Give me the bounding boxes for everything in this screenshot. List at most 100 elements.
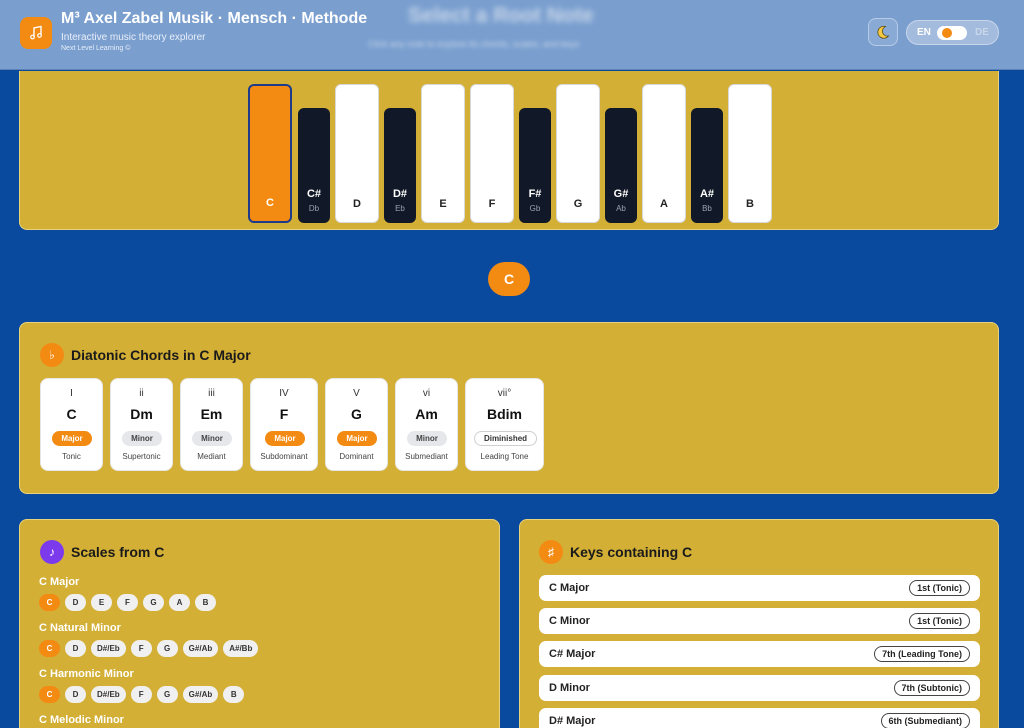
chord-name: Dm	[130, 406, 153, 422]
scale-name: C Natural Minor	[39, 622, 121, 634]
diatonic-chords-panel: ♭ Diatonic Chords in C Major I C Major T…	[19, 322, 999, 494]
piano-key-d-sharp[interactable]: D# Eb	[384, 108, 416, 223]
piano-key-d[interactable]: D	[335, 84, 379, 223]
piano-key-a-sharp[interactable]: A# Bb	[691, 108, 723, 223]
chord-name: Em	[200, 406, 223, 422]
chord-roman: I	[70, 388, 73, 399]
chord-function: Dominant	[339, 452, 374, 461]
flat-icon: ♭	[40, 343, 64, 367]
diatonic-title: Diatonic Chords in C Major	[71, 347, 251, 363]
chord-roman: vi	[422, 388, 431, 399]
piano-key-a[interactable]: A	[642, 84, 686, 223]
app-title: M³ Axel Zabel Musik · Mensch · Methode	[61, 10, 368, 27]
key-row[interactable]: C Minor 1st (Tonic)	[539, 608, 980, 634]
piano-key-g-sharp[interactable]: G# Ab	[605, 108, 637, 223]
chord-function: Leading Tone	[480, 452, 529, 461]
note-pill[interactable]: F	[130, 640, 152, 657]
note-pill[interactable]: D	[65, 640, 86, 657]
key-label: F#	[528, 188, 542, 200]
chord-card-v[interactable]: V G Major Dominant	[325, 378, 388, 471]
scales-panel: ♪ Scales from C C Major C D E F G A B C …	[19, 519, 500, 728]
piano-key-f-sharp[interactable]: F# Gb	[519, 108, 551, 223]
note-pill[interactable]: G	[143, 594, 164, 611]
key-row-name: C# Major	[549, 648, 596, 660]
key-alt-label: Eb	[395, 204, 405, 213]
note-pill[interactable]: D#/Eb	[91, 640, 126, 657]
key-label: E	[439, 198, 447, 210]
piano-key-c[interactable]: C	[248, 84, 292, 223]
chord-card-ii[interactable]: ii Dm Minor Supertonic	[110, 378, 173, 471]
note-pill[interactable]: G#/Ab	[182, 686, 219, 703]
music-note-icon	[30, 25, 42, 40]
theme-toggle-button[interactable]	[868, 18, 898, 46]
key-label: A#	[699, 188, 715, 200]
note-pill[interactable]: G	[156, 640, 178, 657]
key-label: B	[746, 198, 754, 210]
note-pill[interactable]: G#/Ab	[182, 640, 219, 657]
key-row[interactable]: C# Major 7th (Leading Tone)	[539, 641, 980, 667]
chord-function: Submediant	[405, 452, 448, 461]
app-logo[interactable]	[20, 17, 52, 49]
lang-de-label[interactable]: DE	[975, 27, 989, 38]
note-pill[interactable]: F	[130, 686, 152, 703]
note-pill[interactable]: C	[39, 640, 60, 657]
chord-name: C	[66, 406, 77, 422]
key-alt-label: Ab	[616, 204, 626, 213]
piano-key-b[interactable]: B	[728, 84, 772, 223]
sharp-icon: ♯	[539, 540, 563, 564]
note-pill[interactable]: D#/Eb	[91, 686, 126, 703]
chord-quality-badge: Minor	[192, 431, 232, 446]
chord-quality-badge: Diminished	[474, 431, 537, 446]
key-row-role-badge: 1st (Tonic)	[909, 580, 970, 596]
note-pill[interactable]: E	[91, 594, 112, 611]
chord-function: Supertonic	[122, 452, 161, 461]
chord-name: G	[351, 406, 362, 422]
piano-key-e[interactable]: E	[421, 84, 465, 223]
key-label: D#	[392, 188, 408, 200]
lang-en-label[interactable]: EN	[917, 27, 931, 38]
note-pill[interactable]: D	[65, 594, 86, 611]
note-pill[interactable]: B	[223, 686, 245, 703]
scale-notes-row: C D D#/Eb F G G#/Ab B	[39, 686, 245, 703]
key-row-role-badge: 7th (Leading Tone)	[874, 646, 970, 662]
note-pill[interactable]: F	[117, 594, 138, 611]
piano-panel: C C# Db D D# Eb E F F# Gb G G# Ab A A# B…	[19, 71, 999, 230]
key-label: G	[573, 198, 583, 210]
key-row-role-badge: 7th (Subtonic)	[893, 680, 970, 696]
note-pill[interactable]: D	[65, 686, 86, 703]
scales-title: Scales from C	[71, 544, 165, 560]
app-header: M³ Axel Zabel Musik · Mensch · Methode I…	[0, 0, 1024, 70]
note-pill[interactable]: B	[195, 594, 216, 611]
keys-panel: ♯ Keys containing C C Major 1st (Tonic) …	[519, 519, 999, 728]
key-row[interactable]: D# Major 6th (Submediant)	[539, 708, 980, 728]
note-pill[interactable]: A#/Bb	[223, 640, 259, 657]
chord-roman: V	[353, 388, 360, 399]
key-row-name: D# Major	[549, 715, 596, 727]
chord-roman: ii	[139, 388, 144, 399]
chord-function: Subdominant	[260, 452, 308, 461]
chord-card-i[interactable]: I C Major Tonic	[40, 378, 103, 471]
chord-roman: iii	[208, 388, 215, 399]
piano-key-g[interactable]: G	[556, 84, 600, 223]
chord-roman: vii°	[497, 388, 512, 399]
note-pill[interactable]: C	[39, 594, 60, 611]
key-row[interactable]: C Major 1st (Tonic)	[539, 575, 980, 601]
language-toggle[interactable]: EN DE	[906, 20, 999, 45]
chord-quality-badge: Minor	[122, 431, 162, 446]
page-heading: Select a Root Note	[408, 4, 594, 27]
note-pill[interactable]: G	[156, 686, 178, 703]
chord-card-vi[interactable]: vi Am Minor Submediant	[395, 378, 458, 471]
note-pill[interactable]: A	[169, 594, 190, 611]
chord-card-vii[interactable]: vii° Bdim Diminished Leading Tone	[465, 378, 544, 471]
language-switch[interactable]	[937, 26, 967, 40]
chord-card-iii[interactable]: iii Em Minor Mediant	[180, 378, 243, 471]
key-row[interactable]: D Minor 7th (Subtonic)	[539, 675, 980, 701]
key-row-name: C Minor	[549, 615, 590, 627]
piano-key-f[interactable]: F	[470, 84, 514, 223]
piano-key-c-sharp[interactable]: C# Db	[298, 108, 330, 223]
note-pill[interactable]: C	[39, 686, 60, 703]
chord-card-iv[interactable]: IV F Major Subdominant	[250, 378, 318, 471]
chord-function: Mediant	[197, 452, 226, 461]
chord-function: Tonic	[62, 452, 81, 461]
chord-roman: IV	[279, 388, 289, 399]
